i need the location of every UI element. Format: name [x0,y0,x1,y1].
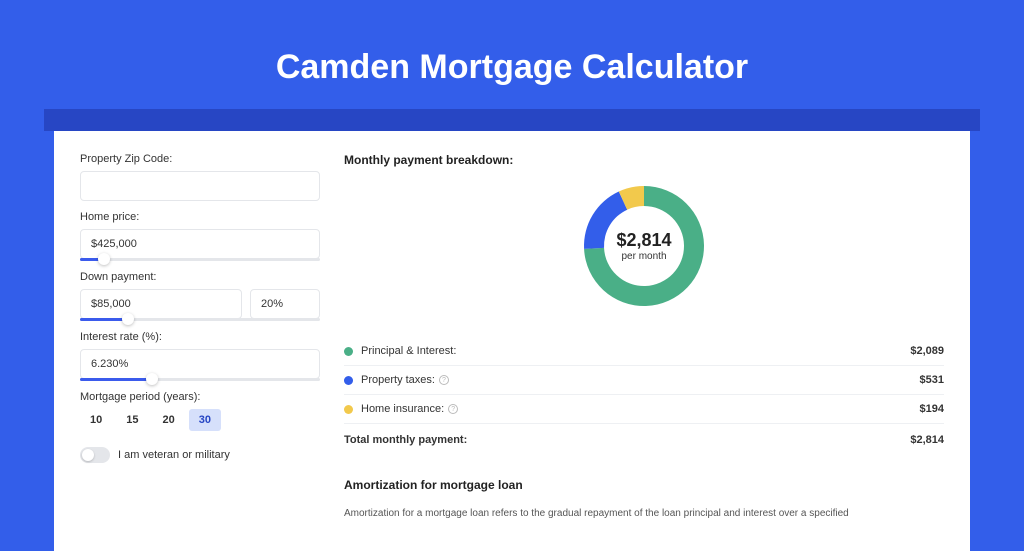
down-payment-input[interactable] [80,289,242,319]
period-field: Mortgage period (years): 10152030 [80,391,320,431]
total-label: Total monthly payment: [344,434,910,446]
amortization-heading: Amortization for mortgage loan [344,478,944,492]
legend-value: $194 [920,403,944,415]
slider-thumb[interactable] [146,373,158,385]
period-option-10[interactable]: 10 [80,409,112,431]
slider-fill [80,318,128,321]
total-value: $2,814 [910,434,944,446]
down-payment-field: Down payment: [80,271,320,321]
legend-label: Principal & Interest: [361,345,910,357]
donut-container: $2,814 per month [344,181,944,311]
veteran-label: I am veteran or military [118,449,230,461]
info-icon[interactable]: ? [448,404,458,414]
info-icon[interactable]: ? [439,375,449,385]
legend-total: Total monthly payment: $2,814 [344,424,944,454]
period-option-30[interactable]: 30 [189,409,221,431]
legend-dot [344,376,353,385]
slider-fill [80,378,152,381]
legend-label: Property taxes:? [361,374,920,386]
legend-row: Property taxes:?$531 [344,366,944,395]
amortization-section: Amortization for mortgage loan Amortizat… [344,478,944,521]
calculator-card: Property Zip Code: Home price: Down paym… [54,131,970,551]
donut-sub: per month [616,251,671,262]
legend-value: $2,089 [910,345,944,357]
zip-label: Property Zip Code: [80,153,320,165]
amortization-text: Amortization for a mortgage loan refers … [344,506,944,521]
zip-field: Property Zip Code: [80,153,320,201]
rate-label: Interest rate (%): [80,331,320,343]
slider-thumb[interactable] [98,253,110,265]
home-price-input[interactable] [80,229,320,259]
rate-input[interactable] [80,349,320,379]
veteran-row: I am veteran or military [80,447,320,463]
breakdown-panel: Monthly payment breakdown: $2,814 per mo… [344,153,944,529]
breakdown-heading: Monthly payment breakdown: [344,153,944,167]
home-price-label: Home price: [80,211,320,223]
zip-input[interactable] [80,171,320,201]
page-title: Camden Mortgage Calculator [54,48,970,87]
donut-value: $2,814 [616,230,671,251]
rate-slider[interactable] [80,378,320,381]
legend-value: $531 [920,374,944,386]
legend-row: Home insurance:?$194 [344,395,944,424]
period-label: Mortgage period (years): [80,391,320,403]
legend-label: Home insurance:? [361,403,920,415]
home-price-slider[interactable] [80,258,320,261]
period-option-20[interactable]: 20 [153,409,185,431]
legend-row: Principal & Interest:$2,089 [344,337,944,366]
period-option-15[interactable]: 15 [116,409,148,431]
rate-field: Interest rate (%): [80,331,320,381]
veteran-toggle[interactable] [80,447,110,463]
slider-thumb[interactable] [122,313,134,325]
down-payment-slider[interactable] [80,318,320,321]
legend-dot [344,347,353,356]
legend-dot [344,405,353,414]
home-price-field: Home price: [80,211,320,261]
down-payment-label: Down payment: [80,271,320,283]
accent-bar [44,109,980,131]
form-panel: Property Zip Code: Home price: Down paym… [80,153,320,529]
down-payment-pct-input[interactable] [250,289,320,319]
